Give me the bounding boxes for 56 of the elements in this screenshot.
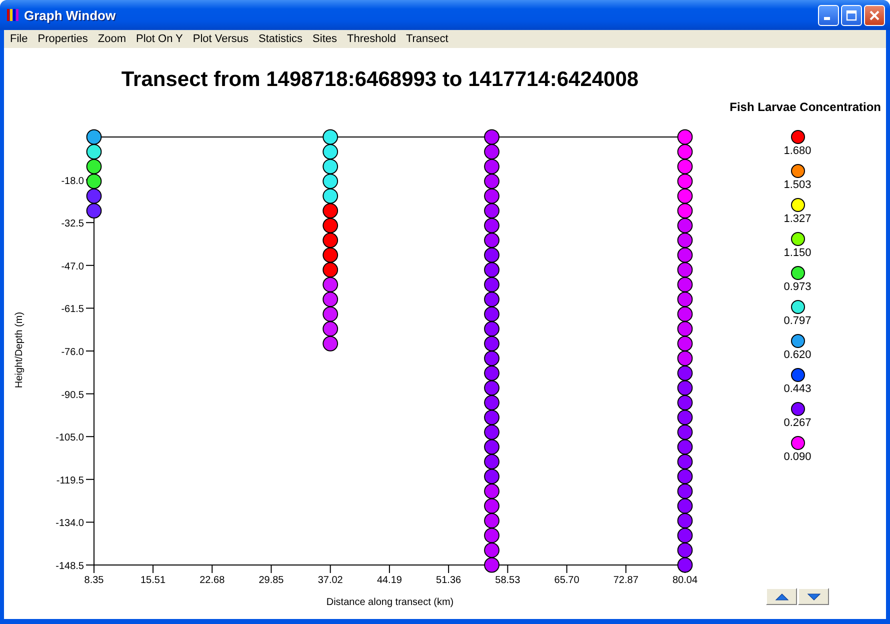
legend-label: 0.267 xyxy=(784,417,812,430)
x-tick-label: 22.68 xyxy=(200,575,225,586)
y-tick-label: -105.0 xyxy=(56,432,84,444)
down-triangle-icon xyxy=(806,592,822,602)
y-tick-label: -76.0 xyxy=(61,347,84,358)
x-tick-label: 80.04 xyxy=(672,575,698,586)
x-tick-label: 65.70 xyxy=(554,575,580,586)
x-tick-label: 58.53 xyxy=(495,575,520,586)
window-title: Graph Window xyxy=(24,8,117,22)
x-tick-label: 72.87 xyxy=(613,575,638,586)
chart-title: Transect from 1498718:6468993 to 1417714:6424008 xyxy=(121,68,639,91)
x-axis-label: Distance along transect (km) xyxy=(326,597,454,608)
menu-item[interactable]: Plot Versus xyxy=(188,33,254,45)
legend-label: 1.503 xyxy=(784,179,812,192)
menu-item[interactable]: Sites xyxy=(308,33,342,45)
y-tick-label: -18.0 xyxy=(61,176,84,187)
menu-item[interactable]: Transect xyxy=(400,33,454,45)
bar-chart-icon xyxy=(6,8,20,22)
menu-item[interactable]: Properties xyxy=(32,33,93,45)
y-tick-label: -32.5 xyxy=(61,218,84,230)
y-tick-label: -61.5 xyxy=(61,304,84,316)
menu-item[interactable]: Threshold xyxy=(342,33,401,45)
y-tick-label: -148.5 xyxy=(56,561,84,572)
minimize-button[interactable] xyxy=(818,4,839,26)
x-tick-label: 8.35 xyxy=(84,575,104,586)
x-tick-label: 44.19 xyxy=(376,575,402,586)
legend-label: 0.973 xyxy=(784,281,812,294)
y-tick-label: -90.5 xyxy=(61,390,84,401)
legend-label: 1.680 xyxy=(784,145,812,158)
menu-item[interactable]: Statistics xyxy=(254,33,308,45)
legend-label: 0.620 xyxy=(784,349,812,362)
scroll-down-button[interactable] xyxy=(798,588,829,605)
x-tick-label: 29.85 xyxy=(258,575,284,586)
menu-item[interactable]: File xyxy=(5,33,33,45)
legend-label: 1.150 xyxy=(784,247,812,260)
y-tick-label: -119.5 xyxy=(56,475,84,486)
menu-item[interactable]: Zoom xyxy=(92,33,131,45)
up-triangle-icon xyxy=(774,592,790,602)
close-button[interactable] xyxy=(864,4,885,26)
maximize-icon xyxy=(846,10,857,20)
x-tick-label: 51.36 xyxy=(436,575,462,586)
legend-label: 0.797 xyxy=(784,315,812,328)
y-axis-label: Height/Depth (m) xyxy=(14,312,25,388)
x-tick-label: 15.51 xyxy=(140,575,166,586)
x-tick-label: 37.02 xyxy=(318,575,343,586)
close-icon xyxy=(869,10,880,20)
legend-label: 1.327 xyxy=(784,213,812,226)
scroll-up-button[interactable] xyxy=(766,588,797,605)
menu-item[interactable]: Plot On Y xyxy=(131,33,188,45)
legend-title: Fish Larvae Concentration xyxy=(730,100,881,114)
legend-label: 0.090 xyxy=(784,451,812,464)
y-tick-label: -47.0 xyxy=(61,261,84,272)
legend-label: 0.443 xyxy=(784,383,812,396)
y-tick-label: -134.0 xyxy=(56,518,84,530)
maximize-button[interactable] xyxy=(841,4,862,26)
minimize-icon xyxy=(824,17,830,20)
